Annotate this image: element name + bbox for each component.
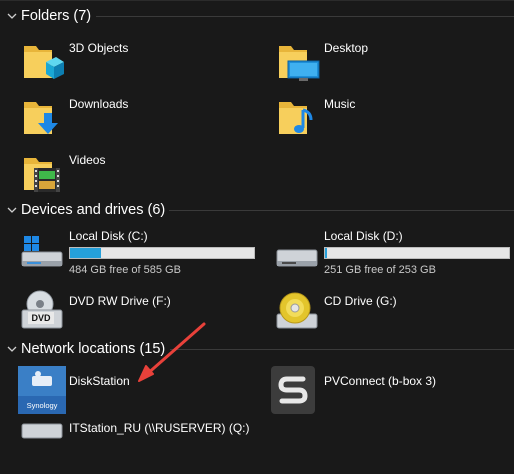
pvconnect-icon [271, 366, 315, 414]
synology-icon: Synology [18, 366, 66, 414]
drive-item-dvd-rw[interactable]: DVD DVD RW Drive (F:) [18, 288, 258, 342]
network-name: PVConnect (b-box 3) [324, 374, 437, 388]
drive-name: CD Drive (G:) [324, 294, 397, 308]
drive-item-local-disk-c[interactable]: Local Disk (C:) 484 GB free of 585 GB [18, 228, 268, 282]
folder-name: Music [324, 97, 356, 111]
drive-free-space: 484 GB free of 585 GB [69, 264, 181, 276]
chevron-down-icon[interactable] [4, 341, 20, 357]
devices-group-header[interactable]: Devices and drives (6) [4, 199, 165, 221]
dvd-drive-icon: DVD [21, 290, 63, 329]
chevron-down-icon[interactable] [4, 8, 20, 24]
network-group-line [170, 349, 514, 350]
drive-item-local-disk-d[interactable]: Local Disk (D:) 251 GB free of 253 GB [273, 228, 514, 282]
drive-free-space: 251 GB free of 253 GB [324, 264, 436, 276]
synology-icon-text: Synology [27, 401, 58, 410]
network-item-pvconnect[interactable]: PVConnect (b-box 3) [269, 366, 509, 420]
downloads-folder-icon [24, 102, 58, 134]
music-folder-icon [279, 102, 313, 134]
network-drive-icon [21, 423, 63, 439]
folders-group-line [96, 16, 514, 17]
folder-name: Desktop [324, 41, 369, 55]
top-divider [0, 0, 514, 1]
network-item-itstation[interactable]: ITStation_RU (\\RUSERVER) (Q:) [18, 420, 258, 474]
folder-name: Videos [69, 153, 106, 167]
folder-item-music[interactable]: Music [273, 96, 513, 150]
folder-name: Downloads [69, 97, 129, 111]
folder-item-desktop[interactable]: Desktop [273, 40, 513, 94]
folders-group-header[interactable]: Folders (7) [4, 5, 91, 27]
folder-item-downloads[interactable]: Downloads [18, 96, 258, 150]
network-group-title: Network locations (15) [21, 341, 166, 357]
folder-name: 3D Objects [69, 41, 129, 55]
folder-item-3d-objects[interactable]: 3D Objects [18, 40, 258, 94]
network-group-header[interactable]: Network locations (15) [4, 338, 165, 360]
drive-usage-fill [70, 248, 102, 258]
folder-item-videos[interactable]: Videos [18, 152, 258, 206]
drive-usage-bar [69, 247, 255, 259]
svg-text:DVD: DVD [31, 313, 51, 323]
drive-name: Local Disk (C:) [69, 229, 148, 243]
drive-usage-bar [324, 247, 510, 259]
drive-item-cd-g[interactable]: CD Drive (G:) [273, 288, 513, 342]
chevron-down-icon[interactable] [4, 202, 20, 218]
devices-group-title: Devices and drives (6) [21, 202, 166, 218]
drive-name: DVD RW Drive (F:) [69, 294, 171, 308]
drive-usage-fill [325, 248, 327, 258]
3d-objects-folder-icon [24, 46, 64, 79]
desktop-folder-icon [279, 46, 320, 81]
network-item-diskstation[interactable]: Synology DiskStation [18, 366, 258, 420]
network-name: ITStation_RU (\\RUSERVER) (Q:) [69, 421, 250, 435]
devices-group-line [169, 210, 514, 211]
cd-drive-icon [276, 292, 318, 329]
hard-drive-icon [276, 249, 318, 267]
folders-group-title: Folders (7) [21, 8, 92, 24]
windows-drive-icon [21, 236, 63, 267]
drive-name: Local Disk (D:) [324, 229, 403, 243]
videos-folder-icon [24, 158, 60, 192]
network-name: DiskStation [69, 374, 130, 388]
